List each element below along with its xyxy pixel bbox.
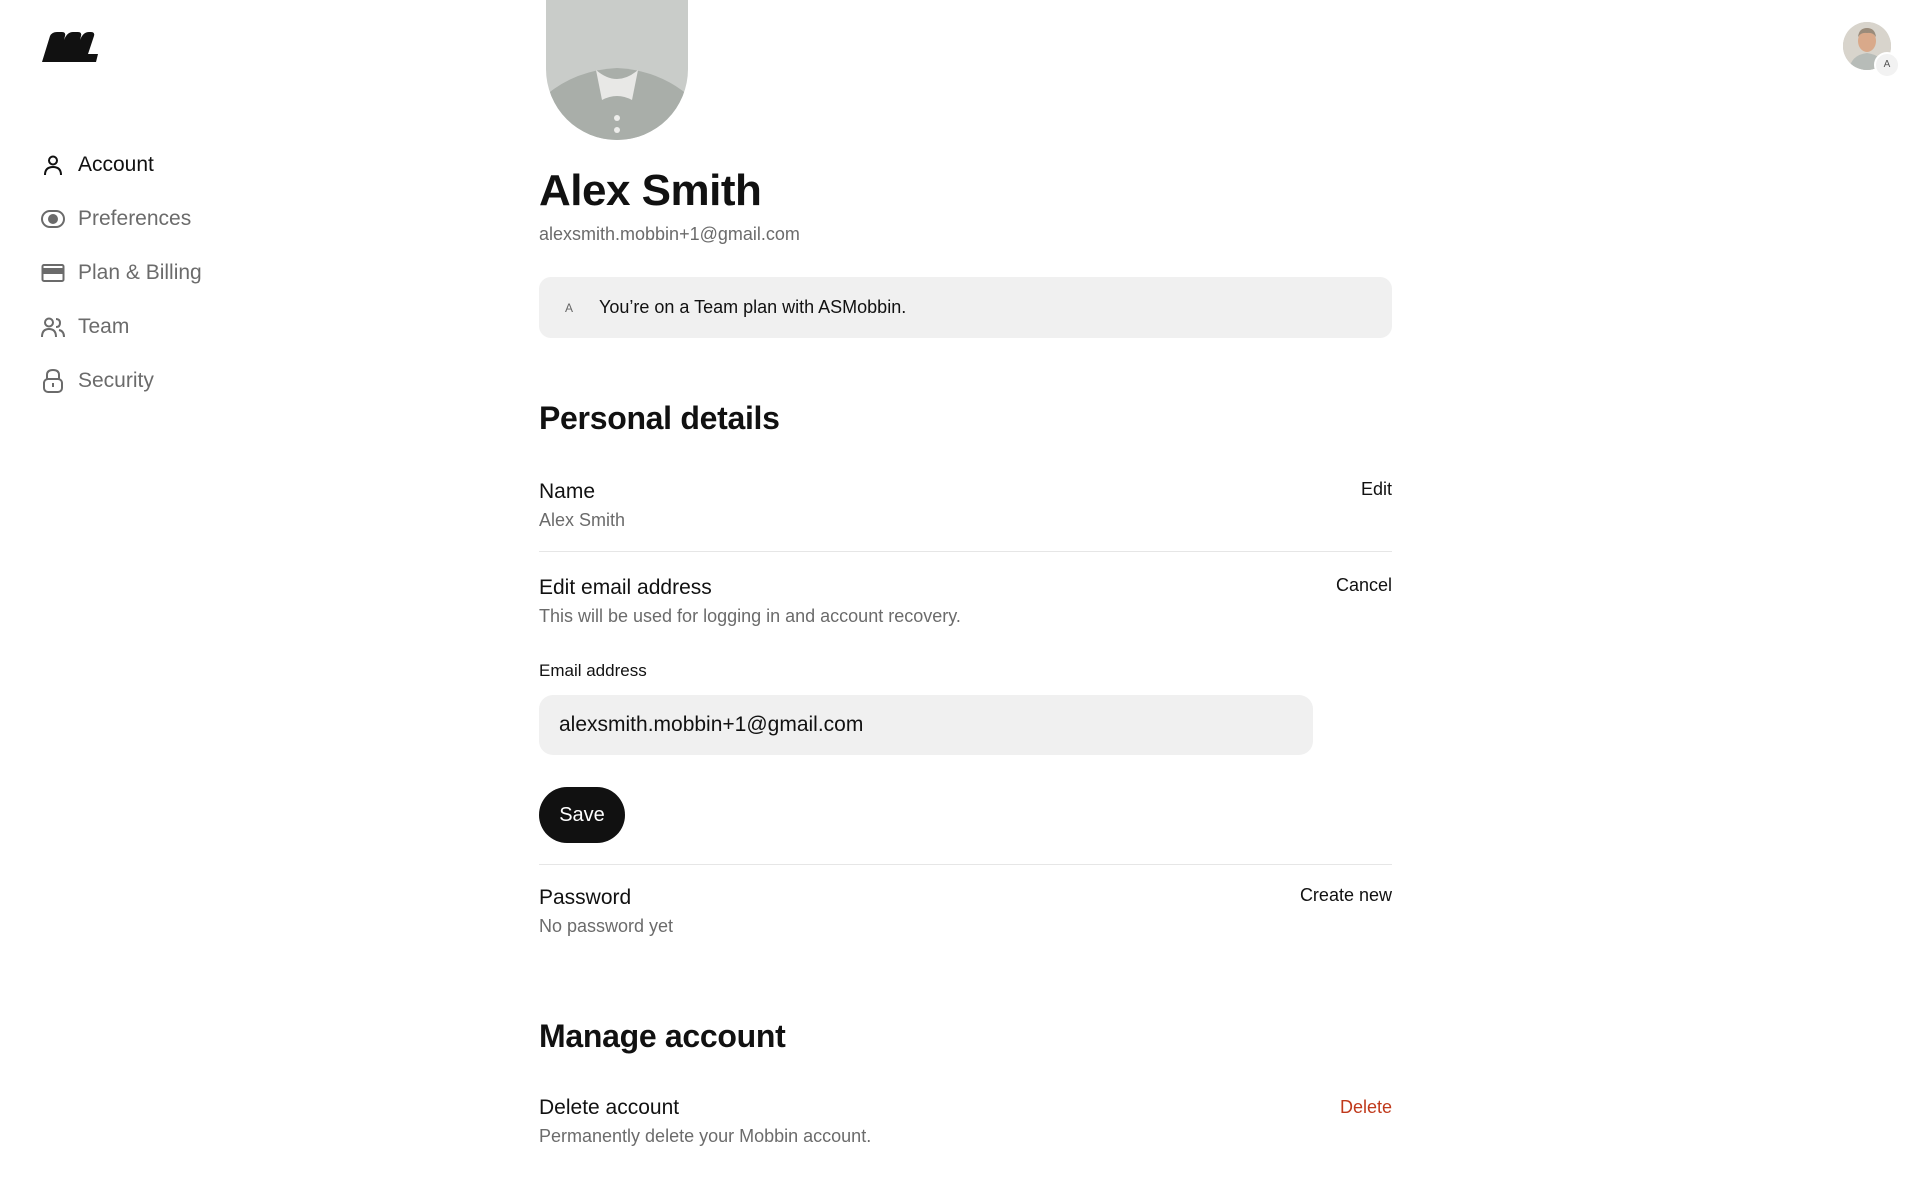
name-row-value: Alex Smith	[539, 510, 626, 530]
lock-icon	[40, 368, 66, 394]
sidebar-item-plan-billing[interactable]: Plan & Billing	[40, 246, 300, 300]
sidebar-item-label: Team	[78, 315, 130, 338]
create-password-button[interactable]: Create new	[1300, 885, 1392, 906]
credit-card-icon	[40, 260, 66, 286]
team-icon	[40, 314, 66, 340]
mobbin-logo[interactable]	[40, 32, 98, 62]
email-field-label: Email address	[539, 661, 647, 680]
person-icon	[40, 152, 66, 178]
delete-account-button[interactable]: Delete	[1340, 1097, 1392, 1118]
cancel-email-edit-button[interactable]: Cancel	[1336, 575, 1392, 596]
email-row-description: This will be used for logging in and acc…	[539, 606, 961, 626]
delete-account-label: Delete account	[539, 1096, 680, 1119]
sidebar-item-label: Security	[78, 369, 154, 392]
email-row-label: Edit email address	[539, 576, 712, 599]
sidebar-item-team[interactable]: Team	[40, 300, 300, 354]
sidebar-item-account[interactable]: Account	[40, 138, 300, 192]
profile-name: Alex Smith	[539, 166, 762, 215]
sidebar-item-label: Account	[78, 153, 154, 176]
sidebar-item-preferences[interactable]: Preferences	[40, 192, 300, 246]
section-title-manage-account: Manage account	[539, 1018, 786, 1054]
plan-banner: A You’re on a Team plan with ASMobbin.	[539, 277, 1392, 338]
profile-email: alexsmith.mobbin+1@gmail.com	[539, 224, 800, 244]
sidebar-item-security[interactable]: Security	[40, 354, 300, 408]
edit-name-button[interactable]: Edit	[1361, 479, 1392, 500]
profile-photo[interactable]	[546, 0, 688, 140]
name-row-label: Name	[539, 480, 596, 503]
settings-sidebar: Account Preferences Plan & Billing Team	[40, 138, 300, 408]
eye-toggle-icon	[40, 206, 66, 232]
account-initial-badge: A	[1874, 52, 1900, 78]
team-initial-badge: A	[564, 300, 573, 315]
delete-account-description: Permanently delete your Mobbin account.	[539, 1126, 872, 1146]
password-row-value: No password yet	[539, 916, 674, 936]
email-field[interactable]	[539, 695, 1313, 755]
sidebar-item-label: Preferences	[78, 207, 192, 230]
divider	[539, 864, 1392, 865]
save-button[interactable]: Save	[539, 787, 625, 843]
password-row-label: Password	[539, 886, 632, 909]
sidebar-item-label: Plan & Billing	[78, 261, 202, 284]
plan-banner-text: You’re on a Team plan with ASMobbin.	[599, 297, 907, 317]
divider	[539, 551, 1392, 552]
section-title-personal-details: Personal details	[539, 400, 780, 436]
